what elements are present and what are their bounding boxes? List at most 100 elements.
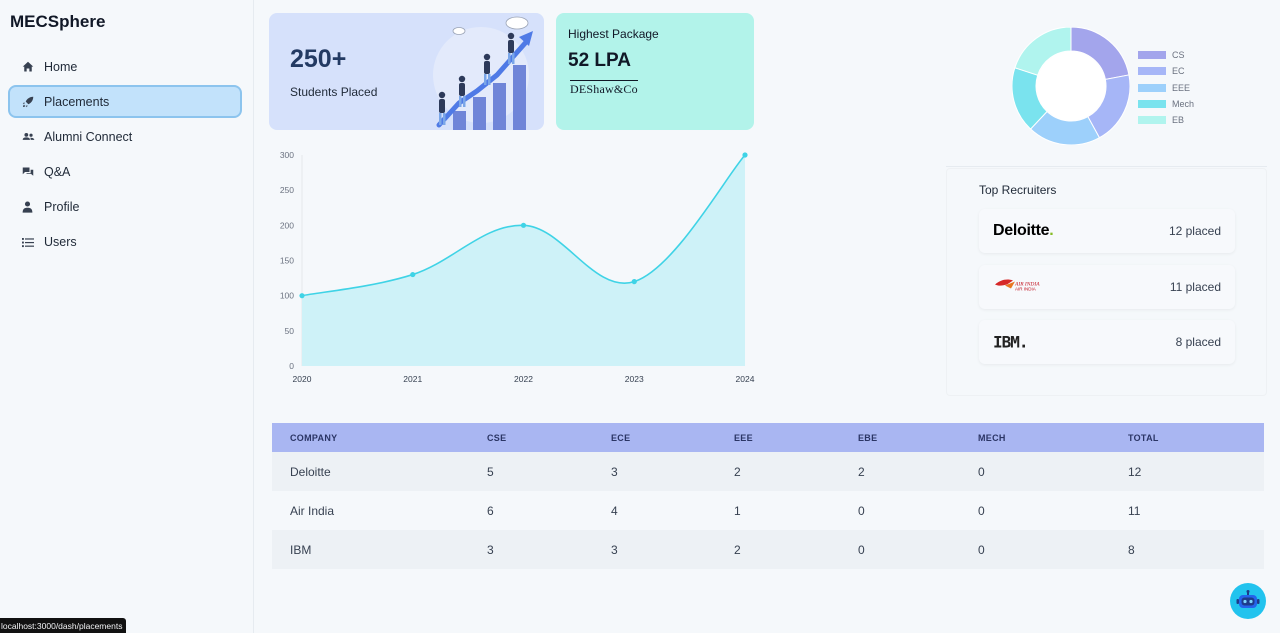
y-tick-label: 300 xyxy=(280,150,294,160)
legend-item: EEE xyxy=(1138,80,1194,96)
x-tick-label: 2023 xyxy=(625,374,644,384)
table-cell: 3 xyxy=(469,530,593,569)
sidebar-item-placements[interactable]: Placements xyxy=(8,85,242,119)
column-header-total: TOTAL xyxy=(1110,423,1264,452)
legend-swatch xyxy=(1138,67,1166,76)
top-recruiters-panel: Top Recruiters Deloitte. 12 placed AIR I… xyxy=(946,168,1267,396)
deloitte-logo: Deloitte. xyxy=(993,222,1054,239)
sidebar: MECSphere Home Placements Alumni Connect… xyxy=(0,0,254,633)
recruiter-card-ibm[interactable]: IBM. 8 placed xyxy=(979,320,1235,364)
sidebar-item-alumni-connect[interactable]: Alumni Connect xyxy=(8,120,242,153)
table-header-row: COMPANY CSE ECE EEE EBE MECH TOTAL xyxy=(272,423,1264,452)
status-url: localhost:3000/dash/placements xyxy=(0,618,127,633)
placements-trend-chart: 0 50 100 150 200 250 300 2020 2021 2022 2023 2024 xyxy=(270,142,760,392)
recruiter-count: 8 placed xyxy=(1175,335,1221,349)
users-icon xyxy=(22,131,44,143)
list-icon xyxy=(22,237,44,248)
column-header-mech: MECH xyxy=(960,423,1110,452)
table-cell: Deloitte xyxy=(272,452,469,491)
data-point xyxy=(631,279,637,285)
legend-item: CS xyxy=(1138,47,1194,63)
air-india-logo: AIR INDIA AIR INDIA xyxy=(993,277,1051,298)
recruiter-count: 12 placed xyxy=(1168,224,1221,238)
chatbot-button[interactable] xyxy=(1230,583,1266,619)
column-header-ece: ECE xyxy=(593,423,716,452)
branch-distribution-panel: CS EC EEE Mech EB xyxy=(946,13,1267,167)
legend-swatch xyxy=(1138,116,1166,125)
x-tick-label: 2020 xyxy=(293,374,312,384)
teamwork-growth-illustration xyxy=(433,16,533,130)
ibm-logo: IBM. xyxy=(993,332,1029,352)
x-tick-label: 2022 xyxy=(514,374,533,384)
legend-label: CS xyxy=(1172,50,1185,61)
y-tick-label: 150 xyxy=(280,256,294,266)
highest-package-value: 52 LPA xyxy=(568,50,632,71)
sidebar-item-profile[interactable]: Profile xyxy=(8,191,242,224)
legend-item: EC xyxy=(1138,63,1194,79)
deshaw-logo: DEShaw&Co xyxy=(570,80,638,96)
legend-item: EB xyxy=(1138,112,1194,128)
highest-package-title: Highest Package xyxy=(568,27,659,41)
branch-donut-chart xyxy=(1012,27,1130,145)
data-point xyxy=(742,152,748,158)
sidebar-item-home[interactable]: Home xyxy=(8,50,242,83)
students-placed-label: Students Placed xyxy=(290,85,378,99)
table-cell: 11 xyxy=(1110,491,1264,530)
table-cell: 0 xyxy=(840,491,960,530)
table-cell: 0 xyxy=(960,491,1110,530)
column-header-eee: EEE xyxy=(716,423,840,452)
y-tick-label: 50 xyxy=(285,326,295,336)
sidebar-item-label: Users xyxy=(44,235,77,250)
data-point xyxy=(299,293,305,299)
svg-text:AIR INDIA: AIR INDIA xyxy=(1015,287,1036,292)
y-tick-label: 250 xyxy=(280,185,294,195)
table-cell: 4 xyxy=(593,491,716,530)
table-cell: 12 xyxy=(1110,452,1264,491)
legend-swatch xyxy=(1138,100,1166,109)
rocket-icon xyxy=(22,96,44,108)
sidebar-item-users[interactable]: Users xyxy=(8,226,242,259)
table-cell: 6 xyxy=(469,491,593,530)
table-cell: 3 xyxy=(593,452,716,491)
column-header-company: COMPANY xyxy=(272,423,469,452)
column-header-ebe: EBE xyxy=(840,423,960,452)
legend-label: EC xyxy=(1172,66,1185,77)
recruiter-card-deloitte[interactable]: Deloitte. 12 placed xyxy=(979,209,1235,253)
highest-package-card: Highest Package 52 LPA DEShaw&Co xyxy=(556,13,754,130)
y-tick-label: 200 xyxy=(280,220,294,230)
column-header-cse: CSE xyxy=(469,423,593,452)
recruiter-count: 11 placed xyxy=(1169,280,1221,294)
table-cell: 2 xyxy=(840,452,960,491)
table-row: Deloitte 5 3 2 2 0 12 xyxy=(272,452,1264,491)
area-fill xyxy=(302,155,745,366)
table-cell: 8 xyxy=(1110,530,1264,569)
recruiter-card-air-india[interactable]: AIR INDIA AIR INDIA 11 placed xyxy=(979,265,1235,309)
x-tick-label: 2024 xyxy=(736,374,755,384)
placements-area-svg: 0 50 100 150 200 250 300 2020 2021 2022 2023 2024 xyxy=(280,150,755,384)
user-icon xyxy=(22,201,44,213)
table-cell: Air India xyxy=(272,491,469,530)
table-cell: 0 xyxy=(960,530,1110,569)
table-row: IBM 3 3 2 0 0 8 xyxy=(272,530,1264,569)
y-tick-label: 100 xyxy=(280,291,294,301)
table-cell: 0 xyxy=(840,530,960,569)
table-cell: 5 xyxy=(469,452,593,491)
legend-item: Mech xyxy=(1138,96,1194,112)
table-cell: 2 xyxy=(716,452,840,491)
sidebar-item-qa[interactable]: Q&A xyxy=(8,156,242,189)
table-cell: 1 xyxy=(716,491,840,530)
table-cell: IBM xyxy=(272,530,469,569)
table-cell: 0 xyxy=(960,452,1110,491)
table-row: Air India 6 4 1 0 0 11 xyxy=(272,491,1264,530)
students-placed-count: 250+ xyxy=(290,45,347,73)
donut-legend: CS EC EEE Mech EB xyxy=(1138,47,1194,128)
legend-swatch xyxy=(1138,51,1166,60)
sidebar-item-label: Home xyxy=(44,59,78,74)
sidebar-nav: Home Placements Alumni Connect Q&A Profi… xyxy=(8,50,242,261)
chat-icon xyxy=(22,166,44,178)
sidebar-item-label: Profile xyxy=(44,200,80,215)
table-cell: 3 xyxy=(593,530,716,569)
robot-icon xyxy=(1236,590,1260,608)
home-icon xyxy=(22,61,44,73)
app-brand[interactable]: MECSphere xyxy=(10,12,105,32)
